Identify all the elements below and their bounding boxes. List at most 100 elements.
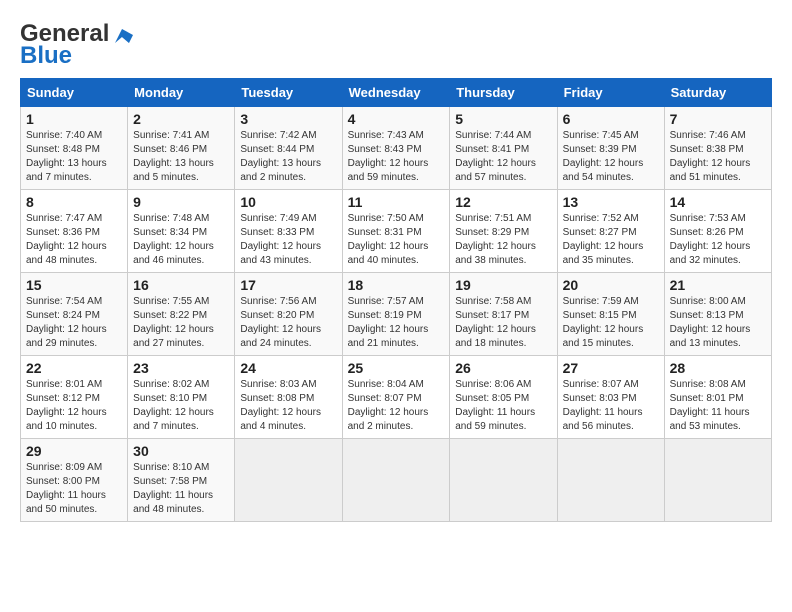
day-info: Sunrise: 8:03 AMSunset: 8:08 PMDaylight:… <box>240 378 336 434</box>
calendar-week-3: 15 Sunrise: 7:54 AMSunset: 8:24 PMDayligh… <box>21 273 772 356</box>
day-number: 25 <box>348 360 445 376</box>
day-number: 5 <box>455 111 551 127</box>
day-number: 17 <box>240 277 336 293</box>
calendar-week-1: 1 Sunrise: 7:40 AMSunset: 8:48 PMDaylight… <box>21 107 772 190</box>
day-info: Sunrise: 7:43 AMSunset: 8:43 PMDaylight:… <box>348 129 445 185</box>
day-info: Sunrise: 7:42 AMSunset: 8:44 PMDaylight:… <box>240 129 336 185</box>
logo: General Blue <box>20 20 133 70</box>
calendar-cell: 27 Sunrise: 8:07 AMSunset: 8:03 PMDayligh… <box>557 356 664 439</box>
calendar-table: SundayMondayTuesdayWednesdayThursdayFrid… <box>20 78 772 522</box>
calendar-cell: 24Sunrise: 8:03 AMSunset: 8:08 PMDayligh… <box>235 356 342 439</box>
calendar-cell: 23 Sunrise: 8:02 AMSunset: 8:10 PMDayligh… <box>128 356 235 439</box>
day-info: Sunrise: 8:00 AMSunset: 8:13 PMDaylight:… <box>670 295 766 351</box>
calendar-cell: 30 Sunrise: 8:10 AMSunset: 7:58 PMDayligh… <box>128 439 235 522</box>
calendar-cell <box>235 439 342 522</box>
day-number: 11 <box>348 194 445 210</box>
day-info: Sunrise: 7:48 AMSunset: 8:34 PMDaylight:… <box>133 212 229 268</box>
calendar-cell: 15 Sunrise: 7:54 AMSunset: 8:24 PMDayligh… <box>21 273 128 356</box>
calendar-cell: 19 Sunrise: 7:58 AMSunset: 8:17 PMDayligh… <box>450 273 557 356</box>
day-number: 27 <box>563 360 659 376</box>
weekday-saturday: Saturday <box>664 79 771 107</box>
logo-bird-icon <box>111 25 133 43</box>
weekday-sunday: Sunday <box>21 79 128 107</box>
calendar-cell: 26 Sunrise: 8:06 AMSunset: 8:05 PMDayligh… <box>450 356 557 439</box>
calendar-cell: 14 Sunrise: 7:53 AMSunset: 8:26 PMDayligh… <box>664 190 771 273</box>
day-info: Sunrise: 7:51 AMSunset: 8:29 PMDaylight:… <box>455 212 551 268</box>
day-number: 21 <box>670 277 766 293</box>
calendar-cell <box>450 439 557 522</box>
weekday-monday: Monday <box>128 79 235 107</box>
day-number: 1 <box>26 111 122 127</box>
day-number: 15 <box>26 277 122 293</box>
day-number: 9 <box>133 194 229 210</box>
day-info: Sunrise: 7:58 AMSunset: 8:17 PMDaylight:… <box>455 295 551 351</box>
day-info: Sunrise: 7:41 AMSunset: 8:46 PMDaylight:… <box>133 129 229 185</box>
day-number: 16 <box>133 277 229 293</box>
day-info: Sunrise: 7:52 AMSunset: 8:27 PMDaylight:… <box>563 212 659 268</box>
day-info: Sunrise: 7:54 AMSunset: 8:24 PMDaylight:… <box>26 295 122 351</box>
day-number: 10 <box>240 194 336 210</box>
day-number: 8 <box>26 194 122 210</box>
day-number: 30 <box>133 443 229 459</box>
calendar-cell: 10 Sunrise: 7:49 AMSunset: 8:33 PMDayligh… <box>235 190 342 273</box>
weekday-thursday: Thursday <box>450 79 557 107</box>
calendar-cell: 22Sunrise: 8:01 AMSunset: 8:12 PMDayligh… <box>21 356 128 439</box>
day-info: Sunrise: 7:57 AMSunset: 8:19 PMDaylight:… <box>348 295 445 351</box>
day-info: Sunrise: 8:08 AMSunset: 8:01 PMDaylight:… <box>670 378 766 434</box>
weekday-wednesday: Wednesday <box>342 79 450 107</box>
day-number: 19 <box>455 277 551 293</box>
calendar-cell: 4 Sunrise: 7:43 AMSunset: 8:43 PMDaylight… <box>342 107 450 190</box>
day-number: 22 <box>26 360 122 376</box>
day-number: 18 <box>348 277 445 293</box>
day-number: 6 <box>563 111 659 127</box>
day-number: 2 <box>133 111 229 127</box>
day-info: Sunrise: 8:07 AMSunset: 8:03 PMDaylight:… <box>563 378 659 434</box>
day-number: 3 <box>240 111 336 127</box>
weekday-tuesday: Tuesday <box>235 79 342 107</box>
calendar-body: 1 Sunrise: 7:40 AMSunset: 8:48 PMDaylight… <box>21 107 772 522</box>
day-number: 12 <box>455 194 551 210</box>
day-number: 26 <box>455 360 551 376</box>
calendar-cell: 28Sunrise: 8:08 AMSunset: 8:01 PMDayligh… <box>664 356 771 439</box>
day-info: Sunrise: 8:06 AMSunset: 8:05 PMDaylight:… <box>455 378 551 434</box>
calendar-cell: 9 Sunrise: 7:48 AMSunset: 8:34 PMDaylight… <box>128 190 235 273</box>
day-number: 13 <box>563 194 659 210</box>
weekday-friday: Friday <box>557 79 664 107</box>
day-info: Sunrise: 8:02 AMSunset: 8:10 PMDaylight:… <box>133 378 229 434</box>
day-info: Sunrise: 7:56 AMSunset: 8:20 PMDaylight:… <box>240 295 336 351</box>
day-info: Sunrise: 8:09 AMSunset: 8:00 PMDaylight:… <box>26 461 122 517</box>
calendar-cell: 8 Sunrise: 7:47 AMSunset: 8:36 PMDaylight… <box>21 190 128 273</box>
calendar-cell: 6 Sunrise: 7:45 AMSunset: 8:39 PMDaylight… <box>557 107 664 190</box>
weekday-header-row: SundayMondayTuesdayWednesdayThursdayFrid… <box>21 79 772 107</box>
day-info: Sunrise: 7:49 AMSunset: 8:33 PMDaylight:… <box>240 212 336 268</box>
day-info: Sunrise: 7:47 AMSunset: 8:36 PMDaylight:… <box>26 212 122 268</box>
calendar-week-2: 8 Sunrise: 7:47 AMSunset: 8:36 PMDaylight… <box>21 190 772 273</box>
calendar-cell: 18 Sunrise: 7:57 AMSunset: 8:19 PMDayligh… <box>342 273 450 356</box>
calendar-cell: 13 Sunrise: 7:52 AMSunset: 8:27 PMDayligh… <box>557 190 664 273</box>
day-number: 14 <box>670 194 766 210</box>
calendar-cell: 25 Sunrise: 8:04 AMSunset: 8:07 PMDayligh… <box>342 356 450 439</box>
calendar-cell: 2 Sunrise: 7:41 AMSunset: 8:46 PMDaylight… <box>128 107 235 190</box>
day-info: Sunrise: 7:45 AMSunset: 8:39 PMDaylight:… <box>563 129 659 185</box>
calendar-week-5: 29 Sunrise: 8:09 AMSunset: 8:00 PMDayligh… <box>21 439 772 522</box>
day-info: Sunrise: 7:40 AMSunset: 8:48 PMDaylight:… <box>26 129 122 185</box>
day-info: Sunrise: 8:04 AMSunset: 8:07 PMDaylight:… <box>348 378 445 434</box>
calendar-cell <box>342 439 450 522</box>
day-info: Sunrise: 7:55 AMSunset: 8:22 PMDaylight:… <box>133 295 229 351</box>
calendar-cell: 7 Sunrise: 7:46 AMSunset: 8:38 PMDaylight… <box>664 107 771 190</box>
logo-blue: Blue <box>20 42 72 70</box>
day-info: Sunrise: 8:10 AMSunset: 7:58 PMDaylight:… <box>133 461 229 517</box>
day-number: 29 <box>26 443 122 459</box>
day-info: Sunrise: 7:53 AMSunset: 8:26 PMDaylight:… <box>670 212 766 268</box>
day-number: 23 <box>133 360 229 376</box>
calendar-cell <box>557 439 664 522</box>
calendar-cell: 17 Sunrise: 7:56 AMSunset: 8:20 PMDayligh… <box>235 273 342 356</box>
calendar-cell: 20Sunrise: 7:59 AMSunset: 8:15 PMDayligh… <box>557 273 664 356</box>
day-info: Sunrise: 7:46 AMSunset: 8:38 PMDaylight:… <box>670 129 766 185</box>
calendar-cell: 21 Sunrise: 8:00 AMSunset: 8:13 PMDayligh… <box>664 273 771 356</box>
calendar-cell: 12 Sunrise: 7:51 AMSunset: 8:29 PMDayligh… <box>450 190 557 273</box>
calendar-cell: 5Sunrise: 7:44 AMSunset: 8:41 PMDaylight… <box>450 107 557 190</box>
day-number: 4 <box>348 111 445 127</box>
day-number: 7 <box>670 111 766 127</box>
day-number: 20 <box>563 277 659 293</box>
